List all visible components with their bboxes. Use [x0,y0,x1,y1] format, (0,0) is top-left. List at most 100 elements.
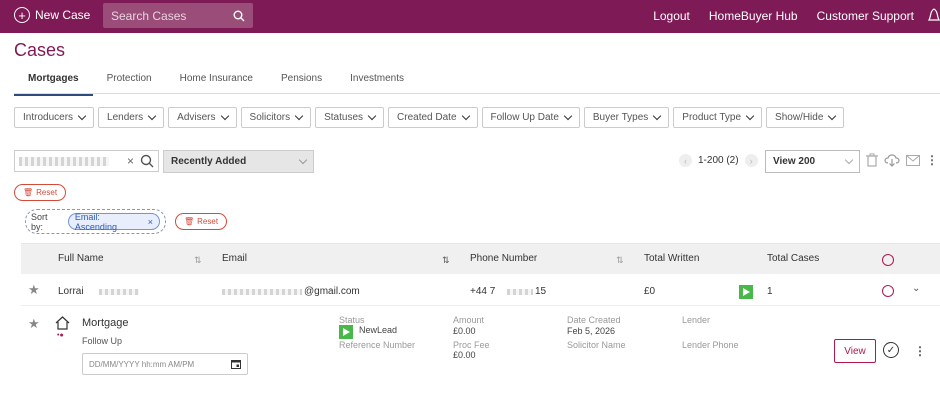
header-email[interactable]: Email [222,253,247,264]
search-icon[interactable] [140,154,154,168]
lender-label: Lender [682,315,711,325]
cloud-download-icon[interactable] [884,153,900,167]
reset-filters-button[interactable]: 🗑 Reset [14,184,67,201]
view-case-button[interactable]: View [834,339,876,363]
logout-link[interactable]: Logout [653,9,690,23]
next-page-button[interactable]: › [744,154,758,167]
trash-icon[interactable] [866,153,878,167]
search-icon[interactable] [233,10,245,22]
chevron-down-icon [844,155,854,165]
complete-check-icon[interactable]: ✓ [883,342,899,358]
header-full-name[interactable]: Full Name [58,253,104,264]
star-icon[interactable]: ★ [28,282,40,298]
status-flag-icon [739,285,753,299]
sort-order-value: Recently Added [171,156,247,167]
redacted-email [222,289,302,295]
reset-label: Reset [197,217,219,226]
sort-order-select[interactable]: Recently Added [163,150,314,173]
sort-asc-icon[interactable]: ⇅ [442,255,450,266]
reset-sort-button[interactable]: 🗑 Reset [175,213,228,230]
new-case-label: New Case [35,8,91,22]
table-header: Full Name ⇅ Email ⇅ Phone Number ⇅ Total… [21,244,940,274]
header-total-written[interactable]: Total Written [644,253,699,264]
filter-label: Buyer Types [592,112,649,123]
chevron-down-icon [461,111,470,121]
filter-label: Show/Hide [775,112,824,123]
redacted-search-text [19,156,109,166]
filter-bar: Introducers Lenders Advisers Solicitors … [14,107,845,128]
clear-icon[interactable]: × [127,154,134,168]
prev-page-button[interactable]: ‹ [679,154,692,167]
status-value: NewLead [359,325,398,335]
homebuyer-hub-link[interactable]: HomeBuyer Hub [709,9,798,23]
sort-icon[interactable]: ⇅ [616,255,624,266]
row-phone-prefix: +44 7 [470,286,496,297]
select-all-circle-icon[interactable] [882,254,894,266]
star-icon[interactable]: ★ [28,316,40,332]
follow-up-datetime-input[interactable]: DD/MM/YYYY hh:mm AM/PM [82,353,248,375]
amount-label: Amount [453,315,485,325]
row-email: @gmail.com [304,286,360,297]
tabs-divider [14,93,940,94]
follow-up-label: Follow Up [82,336,123,346]
chevron-down-icon [828,111,837,121]
filter-solicitors[interactable]: Solicitors [240,107,312,128]
search-input[interactable] [111,8,226,23]
more-options-icon[interactable]: ⋮ [914,344,926,358]
mail-icon[interactable] [906,154,920,166]
datetime-placeholder: DD/MM/YYYY hh:mm AM/PM [89,359,195,369]
bell-icon[interactable] [928,8,940,24]
table-row[interactable]: ★ Lorrai @gmail.com +44 7 15 £0 1 ⌄ [21,274,940,306]
filter-introducers[interactable]: Introducers [14,107,95,128]
filter-label: Statuses [324,112,364,123]
table-search-input[interactable]: × [14,150,159,172]
filter-lenders[interactable]: Lenders [98,107,165,128]
filter-product-type[interactable]: Product Type [673,107,763,128]
filter-buyer-types[interactable]: Buyer Types [583,107,670,128]
lender-phone-label: Lender Phone [682,340,739,350]
page-size-select[interactable]: View 200 [765,150,860,173]
filter-label: Follow Up Date [490,112,559,123]
header-total-cases[interactable]: Total Cases [767,253,819,264]
close-icon[interactable]: × [148,217,153,227]
customer-support-link[interactable]: Customer Support [817,9,914,23]
amount-value: £0.00 [453,326,476,336]
house-icon [55,316,70,330]
more-options-icon[interactable]: ⋮ [926,153,938,167]
proc-fee-label: Proc Fee [453,340,490,350]
row-phone-suffix: 15 [535,286,547,297]
trash-icon: 🗑 [184,217,195,226]
chevron-down-icon [294,111,304,121]
chevron-down-icon [147,111,157,121]
row-total-written: £0 [644,286,656,297]
chevron-down-icon [220,111,229,121]
solicitor-name-label: Solicitor Name [567,340,626,350]
new-case-button[interactable]: + New Case [14,7,90,23]
case-detail: ★ •● Mortgage Follow Up Status NewLead R… [21,306,940,395]
redacted-name [99,289,139,295]
header-phone-number[interactable]: Phone Number [470,253,537,264]
redacted-phone [507,289,533,295]
date-created-label: Date Created [567,315,621,325]
page-size-value: View 200 [773,156,816,167]
chevron-down-icon [653,111,662,121]
chevron-down-icon[interactable]: ⌄ [912,283,920,294]
filter-label: Product Type [682,112,742,123]
toolbar-actions: ⋮ [866,153,938,167]
row-select-circle-icon[interactable] [882,285,894,297]
filter-show-hide[interactable]: Show/Hide [766,107,845,128]
calendar-icon[interactable] [231,359,241,369]
sort-chip[interactable]: Email: Ascending × [67,212,160,232]
filter-statuses[interactable]: Statuses [315,107,385,128]
search-box[interactable] [103,3,253,28]
pagination: ‹ 1-200 (2) › [679,154,758,167]
date-created-value: Feb 5, 2026 [567,326,616,336]
filter-created-date[interactable]: Created Date [388,107,478,128]
sort-icon[interactable]: ⇅ [194,255,202,266]
chevron-down-icon [298,155,308,165]
reference-number-label: Reference Number [339,340,416,350]
row-total-cases: 1 [767,286,773,297]
filter-label: Introducers [23,112,74,123]
filter-advisers[interactable]: Advisers [168,107,237,128]
filter-follow-up-date[interactable]: Follow Up Date [481,107,580,128]
